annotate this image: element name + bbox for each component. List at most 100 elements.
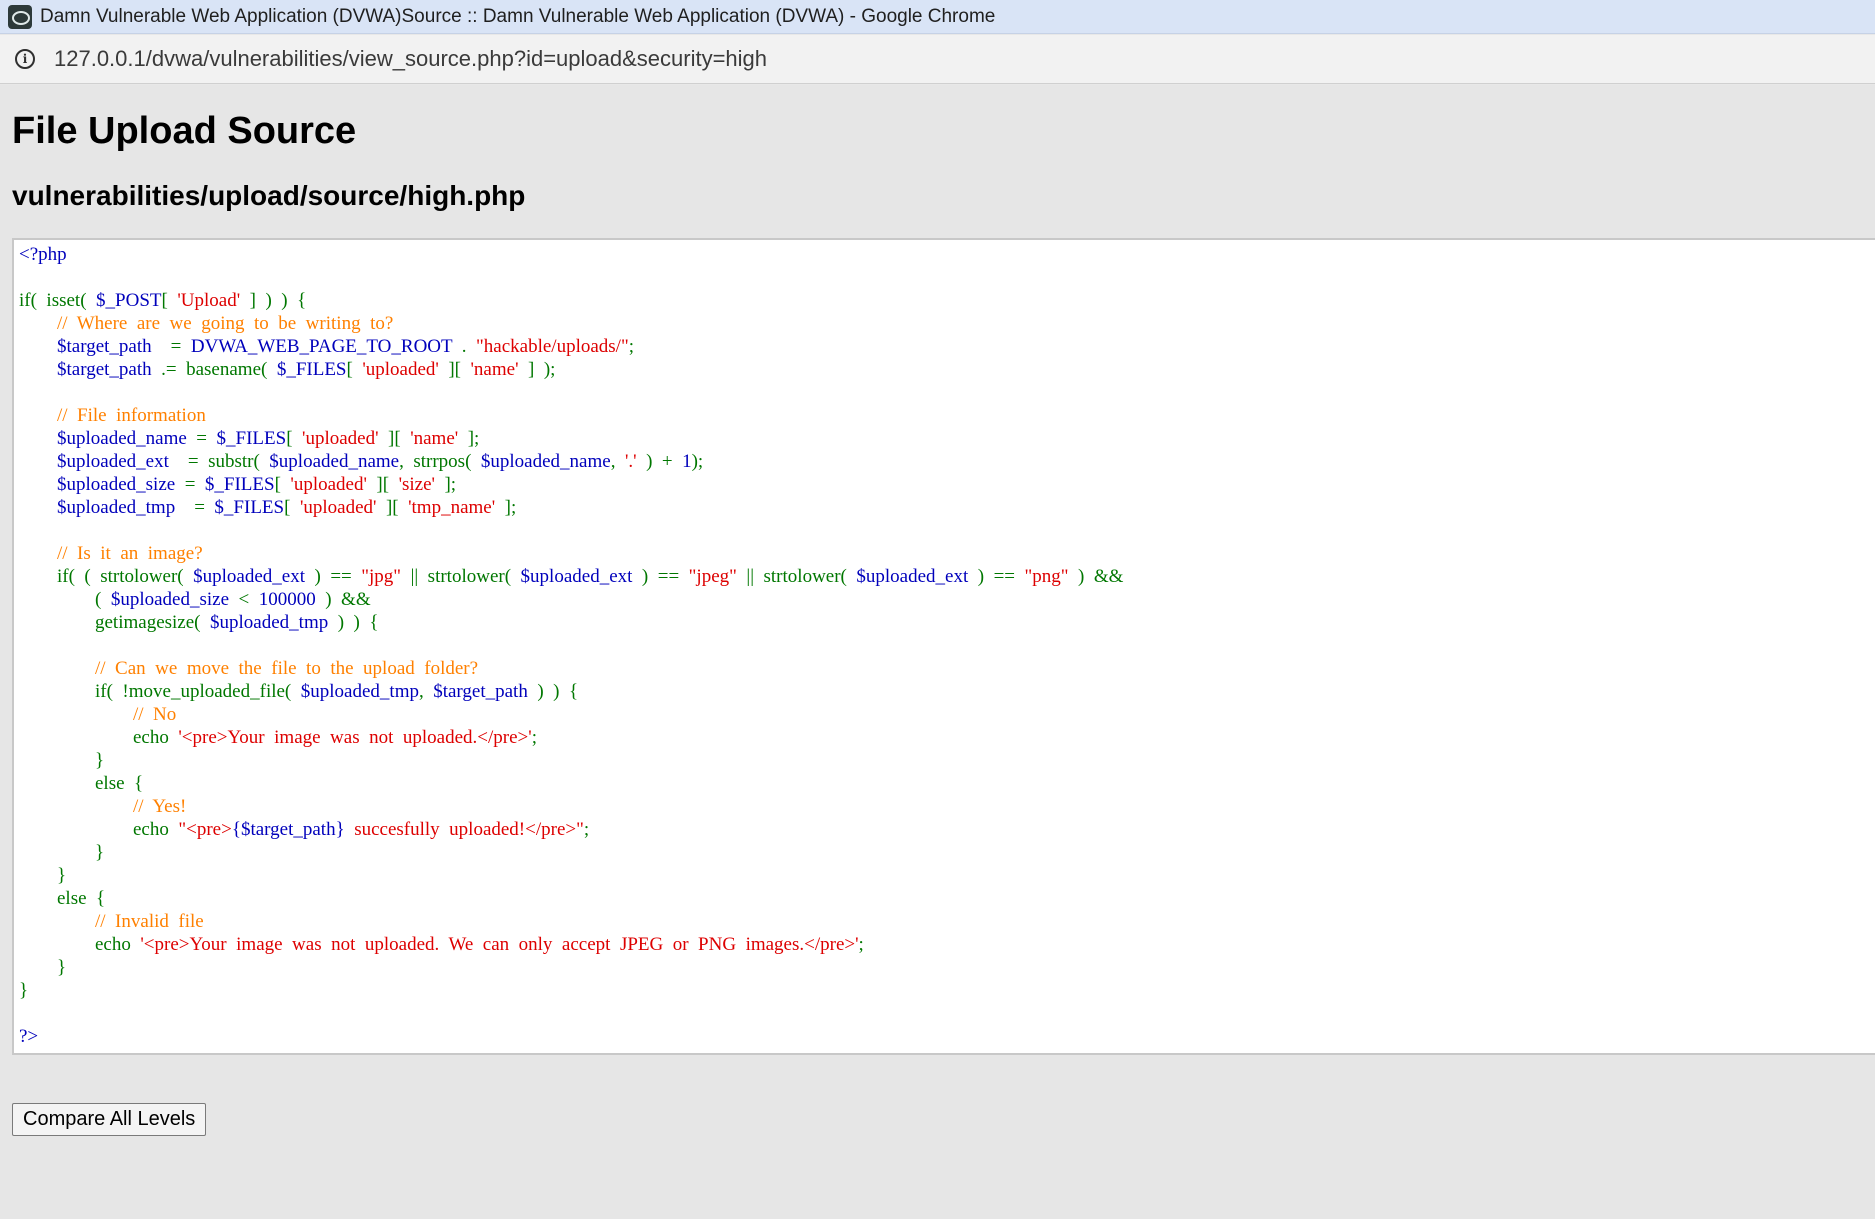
code-line: // Where are we going to be writing to? — [19, 312, 1875, 335]
code-line: <?php — [19, 243, 1875, 266]
code-token: $uploaded_ext — [856, 566, 969, 587]
code-token: echo — [19, 934, 141, 955]
code-token: $uploaded_tmp — [210, 612, 329, 633]
window-title-bar: Damn Vulnerable Web Application (DVWA)So… — [0, 0, 1875, 34]
code-token: [ — [286, 428, 303, 449]
code-token: ][ — [376, 497, 409, 518]
code-token: succesfully uploaded!</pre>" — [344, 819, 584, 840]
code-token: ) + — [636, 451, 683, 472]
code-token: = — [151, 336, 191, 357]
code-line: } — [19, 979, 1875, 1002]
code-token: } — [19, 980, 29, 1001]
code-token: $_POST — [96, 290, 162, 311]
code-line: $uploaded_size = $_FILES[ 'uploaded' ][ … — [19, 473, 1875, 496]
code-token: // Yes! — [133, 796, 187, 817]
code-token: ) && — [1068, 566, 1124, 587]
code-token: , strrpos( — [399, 451, 481, 472]
code-token: "<pre> — [178, 819, 232, 840]
code-token: getimagesize( — [19, 612, 211, 633]
code-token: ) ) { — [527, 681, 579, 702]
code-token: $uploaded_name — [269, 451, 400, 472]
code-token: ][ — [366, 474, 399, 495]
code-token: $uploaded_name — [480, 451, 611, 472]
code-token: < — [229, 589, 259, 610]
code-token: 100000 — [258, 589, 316, 610]
code-line: echo "<pre>{$target_path} succesfully up… — [19, 818, 1875, 841]
code-line: else { — [19, 887, 1875, 910]
code-token: // Is it an image? — [57, 543, 203, 564]
window-title: Damn Vulnerable Web Application (DVWA)So… — [40, 5, 996, 27]
code-token: 1 — [682, 451, 692, 472]
address-bar: i 127.0.0.1/dvwa/vulnerabilities/view_so… — [0, 35, 1875, 84]
code-token: // No — [133, 704, 177, 725]
code-token: $target_path — [57, 336, 152, 357]
code-line: // Can we move the file to the upload fo… — [19, 657, 1875, 680]
code-token: ] ); — [518, 359, 556, 380]
code-line: // Invalid file — [19, 910, 1875, 933]
code-token: $_FILES — [204, 474, 275, 495]
code-token: "jpeg" — [688, 566, 737, 587]
code-token: 'name' — [470, 359, 519, 380]
code-token: $uploaded_tmp — [300, 681, 419, 702]
code-token: , — [418, 681, 434, 702]
code-token: = — [186, 428, 217, 449]
code-token: ) && — [315, 589, 371, 610]
code-token: } — [19, 865, 67, 886]
code-token: 'uploaded' — [362, 359, 439, 380]
page-content: File Upload Source vulnerabilities/uploa… — [0, 85, 1875, 1219]
code-line: else { — [19, 772, 1875, 795]
code-line: } — [19, 956, 1875, 979]
code-token: "png" — [1024, 566, 1069, 587]
code-token: $_FILES — [276, 359, 347, 380]
code-token: ) ) { — [328, 612, 379, 633]
code-token: ][ — [438, 359, 471, 380]
code-token: else { — [19, 773, 144, 794]
code-line: } — [19, 841, 1875, 864]
code-line: // No — [19, 703, 1875, 726]
source-file-path: vulnerabilities/upload/source/high.php — [12, 180, 526, 211]
code-line: if( !move_uploaded_file( $uploaded_tmp, … — [19, 680, 1875, 703]
code-token: || strtolower( — [401, 566, 521, 587]
code-line: if( isset( $_POST[ 'Upload' ] ) ) { — [19, 289, 1875, 312]
dvwa-app-icon — [8, 4, 32, 29]
compare-all-levels-button[interactable]: Compare All Levels — [12, 1103, 207, 1136]
code-token: // Can we move the file to the upload fo… — [95, 658, 479, 679]
code-token: } — [19, 842, 105, 863]
code-token: , — [610, 451, 625, 472]
page-title: File Upload Source — [12, 110, 357, 152]
code-token: 'uploaded' — [290, 474, 367, 495]
code-token: // Invalid file — [95, 911, 204, 932]
code-token: {$target_path} — [231, 819, 345, 840]
url-field[interactable]: 127.0.0.1/dvwa/vulnerabilities/view_sour… — [54, 46, 767, 72]
code-token: '<pre>Your image was not uploaded.</pre>… — [178, 727, 532, 748]
code-token: $uploaded_ext — [520, 566, 633, 587]
code-token: ) == — [968, 566, 1025, 587]
code-token: $uploaded_name — [57, 428, 187, 449]
site-info-icon[interactable]: i — [15, 49, 35, 69]
code-token: ; — [531, 727, 537, 748]
code-line: echo '<pre>Your image was not uploaded.<… — [19, 726, 1875, 749]
code-token: ; — [858, 934, 864, 955]
code-token: } — [19, 750, 105, 771]
code-token: <?php — [19, 244, 67, 265]
code-token: $uploaded_tmp — [57, 497, 176, 518]
code-token: 'uploaded' — [302, 428, 379, 449]
code-token: = — [175, 474, 205, 495]
code-token: $uploaded_ext — [57, 451, 169, 472]
code-token: ?> — [19, 1026, 39, 1047]
code-token: DVWA_WEB_PAGE_TO_ROOT — [190, 336, 453, 357]
